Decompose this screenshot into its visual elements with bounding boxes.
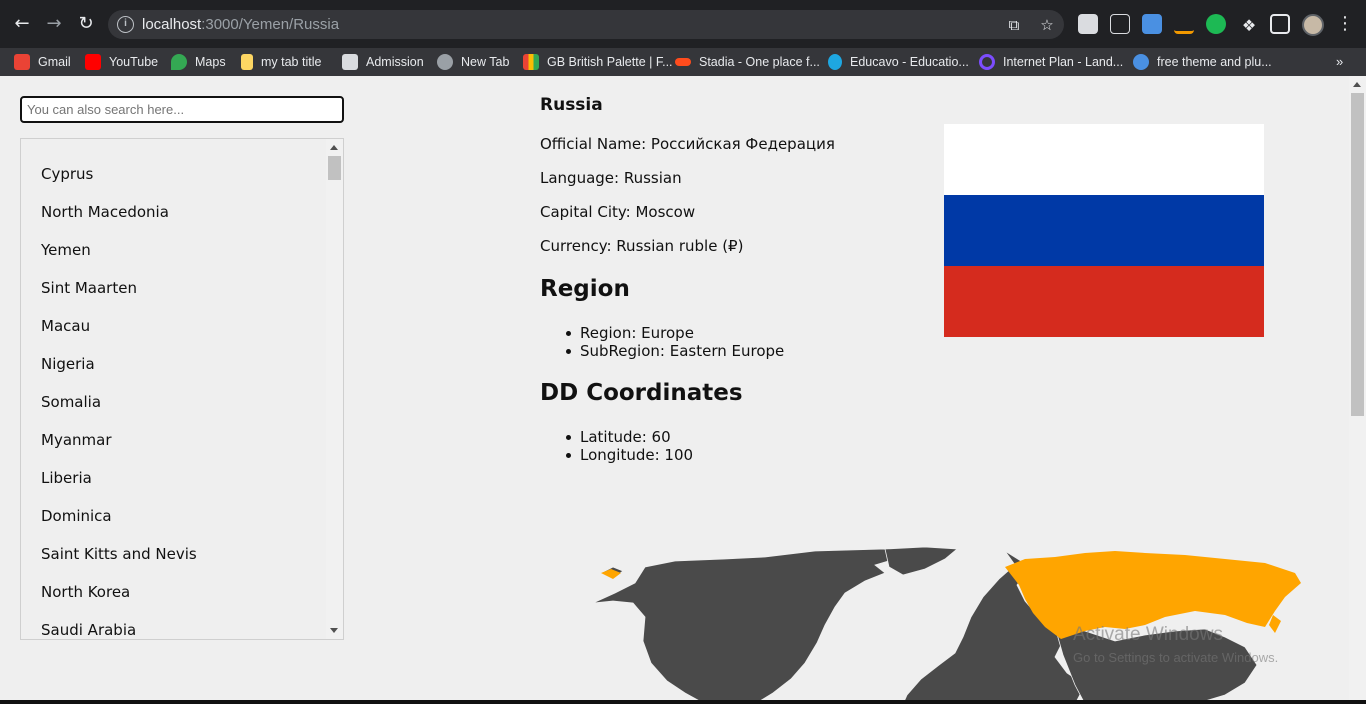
currency: Currency: Russian ruble (₽) — [540, 237, 744, 255]
longitude-item: Longitude: 100 — [565, 446, 694, 464]
palette-icon — [523, 54, 539, 70]
bookmark-label: YouTube — [109, 55, 159, 69]
bookmark-maps[interactable]: Maps — [171, 48, 226, 76]
russia-flag — [944, 124, 1264, 337]
list-item[interactable]: Somalia — [41, 393, 101, 411]
map-north-america — [592, 548, 916, 704]
list-item[interactable]: Myanmar — [41, 431, 112, 449]
bookmark-label: Gmail — [38, 55, 71, 69]
side-panel-icon[interactable] — [1270, 14, 1290, 34]
bookmark-my-tab-title[interactable]: my tab title — [241, 48, 321, 76]
shield-extension-icon[interactable] — [1142, 14, 1162, 34]
list-item[interactable]: Saudi Arabia — [41, 621, 136, 639]
bookmark-label: Educavo - Educatio... — [850, 55, 969, 69]
bookmark-label: Maps — [195, 55, 226, 69]
picker-extension-icon[interactable] — [1174, 14, 1194, 34]
admission-icon — [342, 54, 358, 70]
region-heading: Region — [540, 276, 630, 302]
taskbar-edge — [0, 700, 1366, 704]
flag-stripe-red — [944, 266, 1264, 337]
grammar-extension-icon[interactable] — [1206, 14, 1226, 34]
site-info-icon[interactable]: i — [117, 16, 134, 33]
activate-windows-subtitle: Go to Settings to activate Windows. — [1073, 650, 1279, 665]
language: Language: Russian — [540, 169, 682, 187]
bookmark-label: my tab title — [261, 55, 322, 69]
star-icon[interactable]: ☆ — [1037, 15, 1057, 35]
list-item[interactable]: Dominica — [41, 507, 112, 525]
address-url[interactable]: localhost:3000/Yemen/Russia — [142, 16, 339, 33]
country-list[interactable]: Cyprus North Macedonia Yemen Sint Maarte… — [20, 138, 344, 640]
more-bookmarks-chevron-icon[interactable]: » — [1336, 48, 1343, 76]
search-input[interactable] — [20, 96, 344, 123]
back-arrow-icon[interactable]: ← — [10, 12, 34, 36]
coordinates-heading: DD Coordinates — [540, 380, 743, 406]
forward-arrow-icon[interactable]: → — [42, 12, 66, 36]
flag-stripe-white — [944, 124, 1264, 195]
bookmark-internet-plan[interactable]: Internet Plan - Land... — [979, 48, 1123, 76]
youtube-icon — [85, 54, 101, 70]
bookmark-gmail[interactable]: Gmail — [14, 48, 71, 76]
bookmark-label: Admission — [366, 55, 424, 69]
list-item[interactable]: North Korea — [41, 583, 130, 601]
flag-stripe-blue — [944, 195, 1264, 266]
list-item[interactable]: Sint Maarten — [41, 279, 137, 297]
educavo-icon — [828, 54, 842, 70]
maps-icon — [171, 54, 187, 70]
region-list: Region: Europe SubRegion: Eastern Europe — [565, 324, 785, 360]
bookmark-new-tab[interactable]: New Tab — [437, 48, 509, 76]
address-bar[interactable]: i localhost:3000/Yemen/Russia ⧉ ☆ — [108, 10, 1064, 39]
scrollbar-thumb[interactable] — [328, 156, 341, 180]
stadia-icon — [675, 58, 691, 66]
bookmark-educavo[interactable]: Educavo - Educatio... — [828, 48, 969, 76]
reload-icon[interactable]: ↻ — [74, 12, 98, 36]
bookmark-label: New Tab — [461, 55, 510, 69]
capital-city: Capital City: Moscow — [540, 203, 696, 221]
page-scrollbar[interactable] — [1349, 76, 1366, 704]
list-item[interactable]: Liberia — [41, 469, 92, 487]
scroll-up-arrow-icon[interactable] — [1353, 82, 1361, 87]
activate-windows-title: Activate Windows — [1073, 624, 1223, 645]
bookmark-label: free theme and plu... — [1157, 55, 1272, 69]
puzzle-icon[interactable]: ❖ — [1237, 14, 1261, 38]
bookmark-label: Stadia - One place f... — [699, 55, 820, 69]
bookmark-stadia[interactable]: Stadia - One place f... — [675, 48, 820, 76]
scrollbar-thumb[interactable] — [1351, 93, 1364, 416]
country-name: Russia — [540, 95, 603, 115]
bookmark-label: Internet Plan - Land... — [1003, 55, 1124, 69]
list-item[interactable]: Cyprus — [41, 165, 93, 183]
list-item[interactable]: Yemen — [41, 241, 91, 259]
bookmark-page-icon — [241, 54, 253, 70]
region-item: Region: Europe — [565, 324, 784, 342]
list-item[interactable]: Nigeria — [41, 355, 95, 373]
bookmarks-bar: Gmail YouTube Maps my tab title Admissio… — [0, 48, 1366, 76]
mail-extension-icon[interactable] — [1110, 14, 1130, 34]
bookmark-label: GB British Palette | F... — [547, 55, 673, 69]
menu-icon[interactable]: ⋮ — [1336, 13, 1354, 35]
list-item[interactable]: Macau — [41, 317, 90, 335]
list-item[interactable]: Saint Kitts and Nevis — [41, 545, 197, 563]
latitude-item: Latitude: 60 — [565, 428, 693, 446]
internet-plan-icon — [979, 54, 995, 70]
scroll-up-arrow-icon[interactable] — [330, 145, 338, 150]
share-icon[interactable]: ⧉ — [1004, 15, 1024, 35]
official-name: Official Name: Российская Федерация — [540, 135, 835, 153]
map-greenland — [884, 546, 959, 576]
bookmark-admission[interactable]: Admission — [342, 48, 424, 76]
avatar[interactable] — [1302, 14, 1324, 36]
list-scrollbar[interactable] — [326, 139, 343, 639]
list-item[interactable]: North Macedonia — [41, 203, 169, 221]
theme-icon — [1133, 54, 1149, 70]
subregion-item: SubRegion: Eastern Europe — [565, 342, 785, 360]
browser-toolbar: ← → ↻ i localhost:3000/Yemen/Russia ⧉ ☆ … — [0, 0, 1366, 48]
globe-icon — [437, 54, 453, 70]
gmail-icon — [14, 54, 30, 70]
extension-icon[interactable] — [1078, 14, 1098, 34]
scroll-down-arrow-icon[interactable] — [330, 628, 338, 633]
coordinates-list: Latitude: 60 Longitude: 100 — [565, 428, 694, 464]
bookmark-youtube[interactable]: YouTube — [85, 48, 158, 76]
bookmark-free-theme[interactable]: free theme and plu... — [1133, 48, 1272, 76]
bookmark-british-palette[interactable]: GB British Palette | F... — [523, 48, 673, 76]
